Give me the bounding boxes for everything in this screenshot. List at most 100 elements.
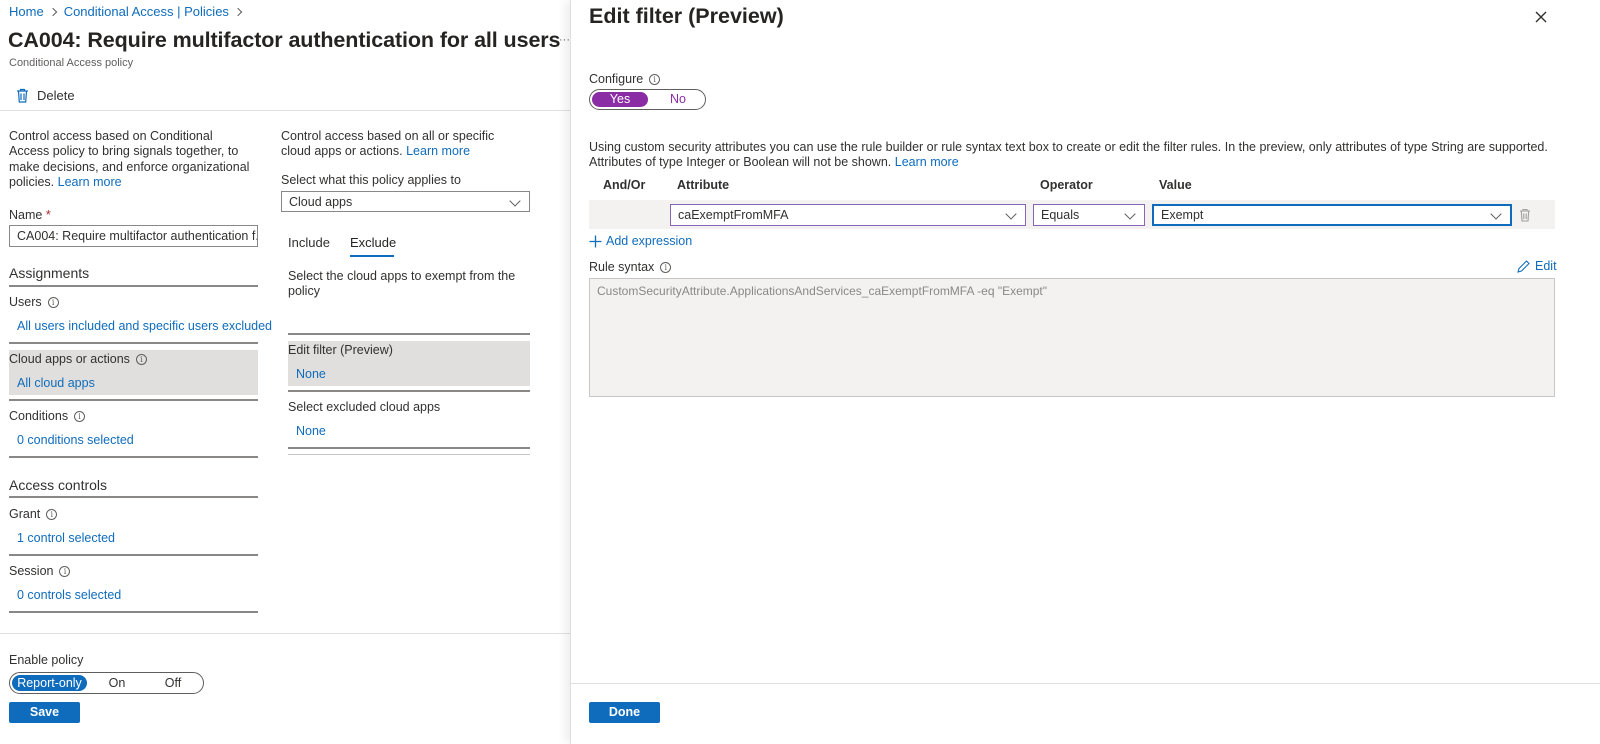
page-subtitle: Conditional Access policy (9, 57, 134, 69)
enable-option-off[interactable]: Off (158, 675, 188, 691)
conditions-label-text: Conditions (9, 409, 69, 423)
delete-row-icon[interactable] (1519, 208, 1531, 222)
grant-label-text: Grant (9, 507, 41, 521)
configure-label-text: Configure (589, 72, 644, 86)
rule-syntax-textarea[interactable]: CustomSecurityAttribute.ApplicationsAndS… (589, 278, 1555, 397)
learn-more-link[interactable]: Learn more (895, 155, 959, 169)
edit-filter-panel: Edit filter (Preview) Configure i Yes No … (570, 0, 1600, 744)
rule-syntax-value: CustomSecurityAttribute.ApplicationsAndS… (597, 284, 1048, 298)
info-icon[interactable]: i (660, 262, 672, 274)
cloud-apps-label-text: Cloud apps or actions (9, 352, 130, 366)
enable-option-on[interactable]: On (102, 675, 132, 691)
users-link[interactable]: All users included and specific users ex… (17, 319, 272, 333)
delete-button[interactable]: Delete (16, 86, 75, 104)
conditions-label: Conditions i (9, 409, 86, 423)
close-icon[interactable] (1535, 11, 1547, 23)
learn-more-link[interactable]: Learn more (58, 175, 122, 189)
access-controls-divider (9, 496, 258, 498)
tab-include[interactable]: Include (288, 235, 330, 250)
enable-option-report-only[interactable]: Report-only (12, 675, 87, 691)
edit-filter-divider (288, 390, 530, 392)
users-divider (9, 342, 258, 344)
more-options-button[interactable]: ··· (559, 34, 570, 46)
edit-filter-link[interactable]: None (296, 367, 326, 381)
column-andor: And/Or (603, 178, 646, 192)
column-attribute: Attribute (677, 178, 730, 192)
filter-info-text: Using custom security attributes you can… (589, 140, 1555, 171)
edit-filter-label: Edit filter (Preview) (288, 343, 393, 357)
tab-exclude[interactable]: Exclude (350, 235, 396, 250)
delete-label: Delete (37, 87, 75, 103)
save-button[interactable]: Save (9, 702, 80, 723)
session-label: Session i (9, 564, 71, 578)
configure-label: Configure i (589, 72, 661, 86)
configure-option-yes[interactable]: Yes (592, 92, 648, 107)
session-link[interactable]: 0 controls selected (17, 588, 121, 602)
chevron-down-icon (1124, 208, 1136, 220)
edit-rule-label: Edit (1535, 259, 1557, 273)
exempt-description: Select the cloud apps to exempt from the… (288, 269, 516, 299)
panel-title: Edit filter (Preview) (589, 4, 784, 28)
cloud-apps-link[interactable]: All cloud apps (17, 376, 95, 390)
configure-option-no[interactable]: No (658, 92, 698, 107)
applies-to-value: Cloud apps (289, 195, 353, 209)
info-icon[interactable]: i (135, 354, 147, 366)
session-label-text: Session (9, 564, 54, 578)
info-icon[interactable]: i (649, 74, 661, 86)
chevron-down-icon (1490, 208, 1502, 220)
policy-description: Control access based on Conditional Acce… (9, 129, 251, 190)
name-label-text: Name (9, 208, 43, 222)
excluded-apps-label: Select excluded cloud apps (288, 400, 441, 414)
info-icon[interactable]: i (46, 509, 58, 521)
rule-syntax-label: Rule syntax i (589, 260, 672, 274)
page-title: CA004: Require multifactor authenticatio… (8, 28, 561, 52)
learn-more-link[interactable]: Learn more (406, 144, 470, 158)
edit-rule-button[interactable]: Edit (1517, 259, 1557, 273)
applies-to-label: Select what this policy applies to (281, 173, 461, 187)
info-icon[interactable]: i (74, 411, 86, 423)
users-label: Users i (9, 295, 59, 309)
name-input[interactable]: CA004: Require multifactor authenticatio… (9, 225, 258, 247)
add-expression-label: Add expression (606, 234, 693, 248)
cloud-apps-label: Cloud apps or actions i (9, 352, 147, 366)
chevron-down-icon (509, 195, 521, 207)
footer-divider (0, 633, 570, 634)
chevron-right-icon (48, 7, 57, 17)
rule-syntax-label-text: Rule syntax (589, 260, 655, 274)
breadcrumb-home[interactable]: Home (9, 4, 44, 19)
grant-label: Grant i (9, 507, 58, 521)
column-operator: Operator (1040, 178, 1093, 192)
enable-policy-label: Enable policy (9, 653, 84, 667)
column-value: Value (1159, 178, 1192, 192)
done-button[interactable]: Done (589, 702, 660, 723)
cloud-apps-description: Control access based on all or specific … (281, 129, 526, 160)
conditions-divider (9, 456, 258, 458)
excluded-apps-divider (288, 447, 530, 449)
operator-value: Equals (1041, 208, 1080, 222)
access-controls-heading: Access controls (9, 477, 108, 493)
chevron-right-icon (233, 7, 243, 17)
value-dropdown[interactable]: Exempt (1152, 204, 1512, 226)
operator-dropdown[interactable]: Equals (1033, 204, 1145, 226)
applies-to-dropdown[interactable]: Cloud apps (281, 191, 530, 212)
pencil-icon (1517, 259, 1530, 273)
breadcrumb-policies[interactable]: Conditional Access | Policies (64, 4, 229, 19)
value-value: Exempt (1161, 208, 1204, 222)
policy-description-text: Control access based on Conditional Acce… (9, 129, 250, 189)
assignments-divider (9, 285, 258, 287)
chevron-down-icon (1005, 208, 1017, 220)
conditions-link[interactable]: 0 conditions selected (17, 433, 134, 447)
info-icon[interactable]: i (59, 566, 71, 578)
breadcrumb: Home Conditional Access | Policies (9, 4, 249, 20)
enable-policy-toggle: Report-only On Off (9, 672, 204, 694)
attribute-dropdown[interactable]: caExemptFromMFA (670, 204, 1026, 226)
grant-divider (9, 554, 258, 556)
info-icon[interactable]: i (47, 297, 59, 309)
excluded-apps-divider-light (288, 454, 530, 455)
excluded-apps-link[interactable]: None (296, 424, 326, 438)
assignments-heading: Assignments (9, 265, 90, 281)
required-asterisk: * (45, 208, 51, 222)
tab-exclude-underline (350, 255, 394, 257)
grant-link[interactable]: 1 control selected (17, 531, 115, 545)
add-expression-button[interactable]: Add expression (589, 234, 692, 248)
